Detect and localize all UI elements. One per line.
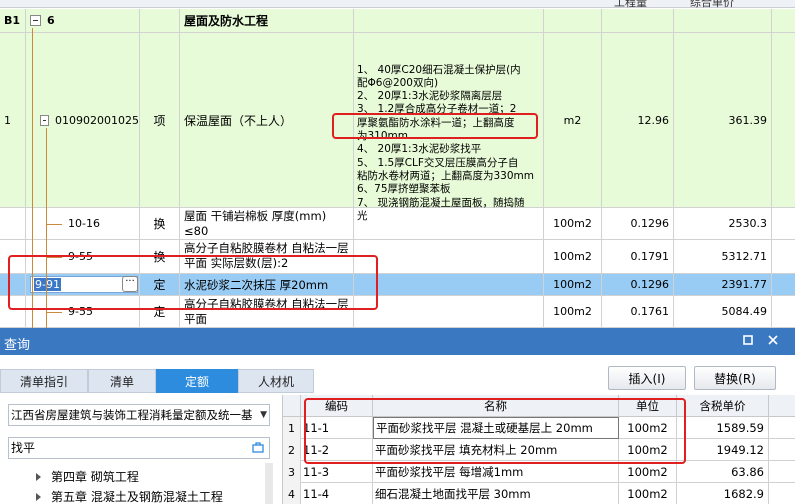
query-title-bar: 查询 (0, 329, 795, 355)
subitem-type: 换 (140, 240, 180, 273)
restore-icon[interactable] (740, 334, 756, 350)
tab-list-guide[interactable]: 清单指引 (0, 369, 88, 393)
section-name: 屋面及防水工程 (180, 9, 354, 32)
table-row[interactable]: 3 11-3 平面砂浆找平层 每增减1mm 100m2 63.86 (283, 461, 795, 483)
quota-library-select[interactable]: 江西省房屋建筑与装饰工程消耗量定额及统一基 ▼ (8, 404, 270, 426)
subitem-price: 5312.71 (674, 240, 772, 273)
close-icon[interactable] (765, 334, 781, 350)
table-row[interactable]: 2 11-2 平面砂浆找平层 填充材料上 20mm 100m2 1949.12 (283, 439, 795, 461)
section-code: 6 (47, 14, 55, 27)
tab-material[interactable]: 人材机 (238, 369, 314, 393)
tab-quota[interactable]: 定额 (156, 369, 238, 393)
search-icon[interactable] (251, 441, 265, 455)
subitem-type: 定 (140, 274, 180, 295)
tree-scrollbar[interactable] (265, 463, 273, 504)
search-value: 找平 (11, 441, 36, 455)
item-type: 项 (140, 33, 180, 207)
subitem-qty: 0.1761 (602, 296, 674, 327)
item-row-no: 1 (0, 33, 26, 207)
subitem-type: 定 (140, 296, 180, 327)
subitem-name: 屋面 干铺岩棉板 厚度(mm) ≤80 (184, 209, 327, 238)
chevron-down-icon: ▼ (260, 410, 267, 420)
subitem-unit: 100m2 (544, 208, 602, 239)
expand-icon[interactable] (36, 472, 41, 481)
subitem-price: 2530.3 (674, 208, 772, 239)
subitem-row[interactable]: 10-16 换 100m2 0.1296 2530.3 (0, 208, 795, 240)
subitem-name: 高分子自粘胶膜卷材 自粘法一层 平面 (184, 297, 349, 326)
replace-button[interactable]: 替换(R) (694, 366, 776, 390)
library-value: 江西省房屋建筑与装饰工程消耗量定额及统一基 (11, 408, 253, 422)
tree-guide-line (46, 128, 47, 328)
tree-guide-line (32, 28, 33, 328)
subitem-qty: 0.1791 (602, 240, 674, 273)
subitem-code: 10-16 (26, 208, 140, 239)
tab-list[interactable]: 清单 (88, 369, 156, 393)
expand-icon[interactable] (36, 492, 41, 501)
search-input[interactable]: 找平 (8, 437, 270, 459)
quota-grid: 工程量 综合单价 B1 6 屋面及防水工程 1 010902001025 项 保… (0, 0, 795, 328)
table-row[interactable]: 4 11-4 细石混凝土地面找平层 30mm 100m2 1682.9 (283, 483, 795, 504)
section-code-cell: 6 (26, 9, 140, 32)
col-header-unit[interactable]: 单位 (619, 395, 677, 417)
item-name: 保温屋面（不上人） (180, 33, 354, 207)
col-header-name[interactable]: 名称 (373, 395, 619, 417)
query-title: 查询 (4, 338, 31, 353)
subitem-price: 5084.49 (674, 296, 772, 327)
item-price: 361.39 (674, 33, 772, 207)
subitem-code: 9-55 (26, 240, 140, 273)
subitem-qty: 0.1296 (602, 274, 674, 295)
section-row[interactable]: B1 6 屋面及防水工程 (0, 9, 795, 33)
col-header-price[interactable]: 含税单价 (677, 395, 769, 417)
collapse-icon[interactable] (30, 15, 41, 26)
tree-guide-line (46, 312, 62, 313)
subitem-name: 高分子自粘胶膜卷材 自粘法一层 平面 实际层数(层):2 (184, 241, 349, 270)
tree-guide-line (46, 224, 62, 225)
subitem-row[interactable]: 9-55 定 100m2 0.1761 5084.49 (0, 296, 795, 328)
subitem-type: 换 (140, 208, 180, 239)
query-panel: 查询 清单指引 清单 定额 人材机 插入(I) 替换(R) 江西省房屋建筑与装饰… (0, 328, 795, 504)
code-edit-value: 9-91 (34, 278, 61, 291)
quota-result-table: 编码 名称 单位 含税单价 1 11-1 平面砂浆找平层 混凝土或硬基层上 20… (282, 395, 795, 504)
section-id: B1 (0, 9, 26, 32)
subitem-unit: 100m2 (544, 274, 602, 295)
query-tabs: 清单指引 清单 定额 人材机 (0, 369, 320, 393)
subitem-qty: 0.1296 (602, 208, 674, 239)
tree-item-chapter4[interactable]: 第四章 砌筑工程 (36, 468, 139, 485)
item-code-cell: 010902001025 (26, 33, 140, 207)
collapse-icon[interactable] (40, 114, 50, 126)
item-code: 010902001025 (55, 113, 139, 127)
more-button[interactable]: ··· (122, 276, 138, 292)
subitem-price: 2391.77 (674, 274, 772, 295)
subitem-unit: 100m2 (544, 240, 602, 273)
subitem-row[interactable]: 9-55 换 100m2 0.1791 5312.71 (0, 240, 795, 274)
item-qty: 12.96 (602, 33, 674, 207)
insert-button[interactable]: 插入(I) (608, 366, 686, 390)
item-unit: m2 (544, 33, 602, 207)
tree-item-chapter5[interactable]: 第五章 混凝土及钢筋混凝土工程 (36, 488, 223, 504)
table-row[interactable]: 1 11-1 平面砂浆找平层 混凝土或硬基层上 20mm 100m2 1589.… (283, 417, 795, 439)
subitem-unit: 100m2 (544, 296, 602, 327)
subitem-code: 9-55 (26, 296, 140, 327)
tree-guide-line (46, 257, 62, 258)
col-header-code[interactable]: 编码 (301, 395, 373, 417)
subitem-name: 水泥砂浆二次抹压 厚20mm (180, 274, 354, 295)
grid-header: 工程量 综合单价 (0, 0, 795, 9)
